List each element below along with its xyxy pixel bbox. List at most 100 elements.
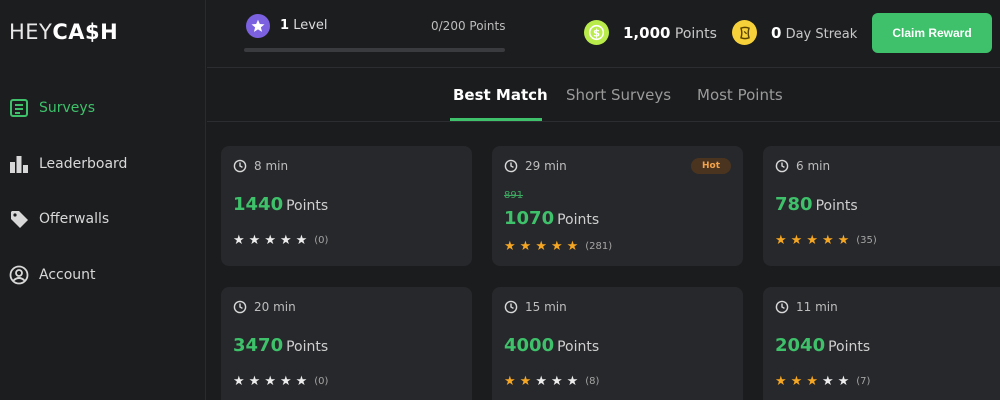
points-label: Points: [286, 198, 329, 214]
review-count: (281): [585, 241, 613, 252]
review-count: (35): [856, 235, 877, 246]
survey-points: 780 Points: [775, 194, 858, 215]
streak-icon: [732, 20, 757, 45]
survey-duration: 6 min: [775, 159, 830, 173]
survey-points: 1440 Points: [233, 194, 328, 215]
logo-text-cash: CA$H: [52, 20, 119, 44]
streak-label: Day Streak: [785, 27, 858, 42]
points-label: Points: [815, 198, 858, 214]
star-icon: ★: [790, 374, 803, 389]
survey-time: 11 min: [796, 300, 838, 314]
level-points: 0/200 Points: [431, 19, 506, 33]
sidebar-item-offerwalls[interactable]: Offerwalls: [8, 207, 109, 231]
hot-badge: Hot: [691, 158, 731, 174]
survey-duration: 8 min: [233, 159, 288, 173]
star-icon: ★: [535, 239, 547, 254]
claim-reward-button[interactable]: Claim Reward: [872, 13, 992, 53]
survey-grid: 8 min 1440 Points ★ ★ ★ ★ ★ (0) 29 min Hot 891…: [207, 123, 1000, 400]
star-icon: ★: [535, 374, 547, 389]
star-icon: ★: [821, 233, 834, 248]
survey-card[interactable]: 20 min 3470 Points ★ ★ ★ ★ ★ (0): [221, 287, 472, 400]
star-icon: ★: [566, 239, 579, 254]
star-icon: ★: [837, 374, 850, 389]
points-value: 1440: [233, 194, 284, 215]
logo[interactable]: HEYCA$H: [9, 20, 118, 44]
star-icon: ★: [504, 239, 516, 254]
survey-card[interactable]: 6 min 780 Points ★ ★ ★ ★ ★ (35): [763, 146, 1000, 266]
tab-best-match[interactable]: Best Match: [453, 86, 548, 104]
star-icon: ★: [806, 233, 818, 248]
review-count: (8): [585, 376, 600, 387]
surveys-icon: [8, 97, 30, 119]
survey-time: 29 min: [525, 159, 567, 173]
star-icon: ★: [519, 239, 532, 254]
level-label: Level: [293, 18, 328, 33]
star-icon: ★: [279, 233, 292, 248]
star-rating: ★ ★ ★ ★ ★ (0): [233, 375, 328, 388]
sidebar-item-label: Surveys: [39, 100, 95, 116]
star-icon: ★: [295, 374, 308, 389]
star-icon: ★: [566, 374, 579, 389]
star-icon: ★: [295, 233, 308, 248]
star-rating: ★ ★ ★ ★ ★ (7): [775, 375, 870, 388]
points-label: Points: [828, 339, 871, 355]
star-icon: ★: [519, 374, 532, 389]
leaderboard-icon: [8, 153, 30, 175]
survey-points: 4000 Points: [504, 335, 599, 356]
star-rating: ★ ★ ★ ★ ★ (0): [233, 234, 328, 247]
star-icon: ★: [775, 374, 787, 389]
sidebar-item-label: Account: [39, 267, 96, 283]
points-value: 780: [775, 194, 813, 215]
survey-duration: 11 min: [775, 300, 838, 314]
survey-duration: 20 min: [233, 300, 296, 314]
survey-card[interactable]: 15 min 4000 Points ★ ★ ★ ★ ★ (8): [492, 287, 743, 400]
star-icon: ★: [279, 374, 292, 389]
points-label: Points: [557, 212, 600, 228]
account-icon: [8, 264, 30, 286]
level-progress-bar: [244, 48, 505, 52]
star-icon: ★: [504, 374, 516, 389]
sidebar-item-account[interactable]: Account: [8, 263, 96, 287]
star-rating: ★ ★ ★ ★ ★ (281): [504, 240, 612, 253]
survey-points: 1070 Points: [504, 208, 599, 229]
survey-card[interactable]: 11 min 2040 Points ★ ★ ★ ★ ★ (7): [763, 287, 1000, 400]
star-rating: ★ ★ ★ ★ ★ (8): [504, 375, 599, 388]
survey-points: 2040 Points: [775, 335, 870, 356]
points-label: Points: [674, 26, 717, 42]
sidebar-item-label: Offerwalls: [39, 211, 110, 227]
survey-points: 3470 Points: [233, 335, 328, 356]
review-count: (0): [314, 235, 329, 246]
points-value: 3470: [233, 335, 284, 356]
star-icon: ★: [233, 374, 245, 389]
tag-icon: [8, 208, 30, 230]
survey-time: 15 min: [525, 300, 567, 314]
clock-icon: [504, 159, 518, 173]
points-value: 2040: [775, 335, 826, 356]
sidebar-item-leaderboard[interactable]: Leaderboard: [8, 152, 127, 176]
star-icon: ★: [550, 239, 563, 254]
survey-card[interactable]: 8 min 1440 Points ★ ★ ★ ★ ★ (0): [221, 146, 472, 266]
survey-time: 6 min: [796, 159, 831, 173]
level-indicator: 1 Level: [280, 18, 328, 33]
star-icon: ★: [821, 374, 834, 389]
svg-text:$: $: [593, 28, 600, 39]
survey-time: 20 min: [254, 300, 296, 314]
star-icon: ★: [248, 374, 261, 389]
sidebar-item-label: Leaderboard: [39, 156, 128, 172]
star-icon: ★: [264, 374, 276, 389]
top-bar: 1 Level 0/200 Points $ 1,000 Points 0 Da…: [207, 0, 1000, 68]
review-count: (7): [856, 376, 871, 387]
clock-icon: [775, 300, 789, 314]
star-icon: ★: [775, 233, 787, 248]
tab-short-surveys[interactable]: Short Surveys: [566, 86, 671, 104]
survey-duration: 15 min: [504, 300, 567, 314]
survey-card[interactable]: 29 min Hot 891 1070 Points ★ ★ ★ ★ ★ (281): [492, 146, 743, 266]
review-count: (0): [314, 376, 329, 387]
star-rating: ★ ★ ★ ★ ★ (35): [775, 234, 877, 247]
star-icon: ★: [806, 374, 818, 389]
sidebar-item-surveys[interactable]: Surveys: [8, 96, 95, 120]
points-label: Points: [286, 339, 329, 355]
sidebar: HEYCA$H Surveys Leaderboard Offerwalls A…: [0, 0, 206, 400]
tab-most-points[interactable]: Most Points: [697, 86, 783, 104]
active-tab-indicator: [450, 118, 542, 121]
